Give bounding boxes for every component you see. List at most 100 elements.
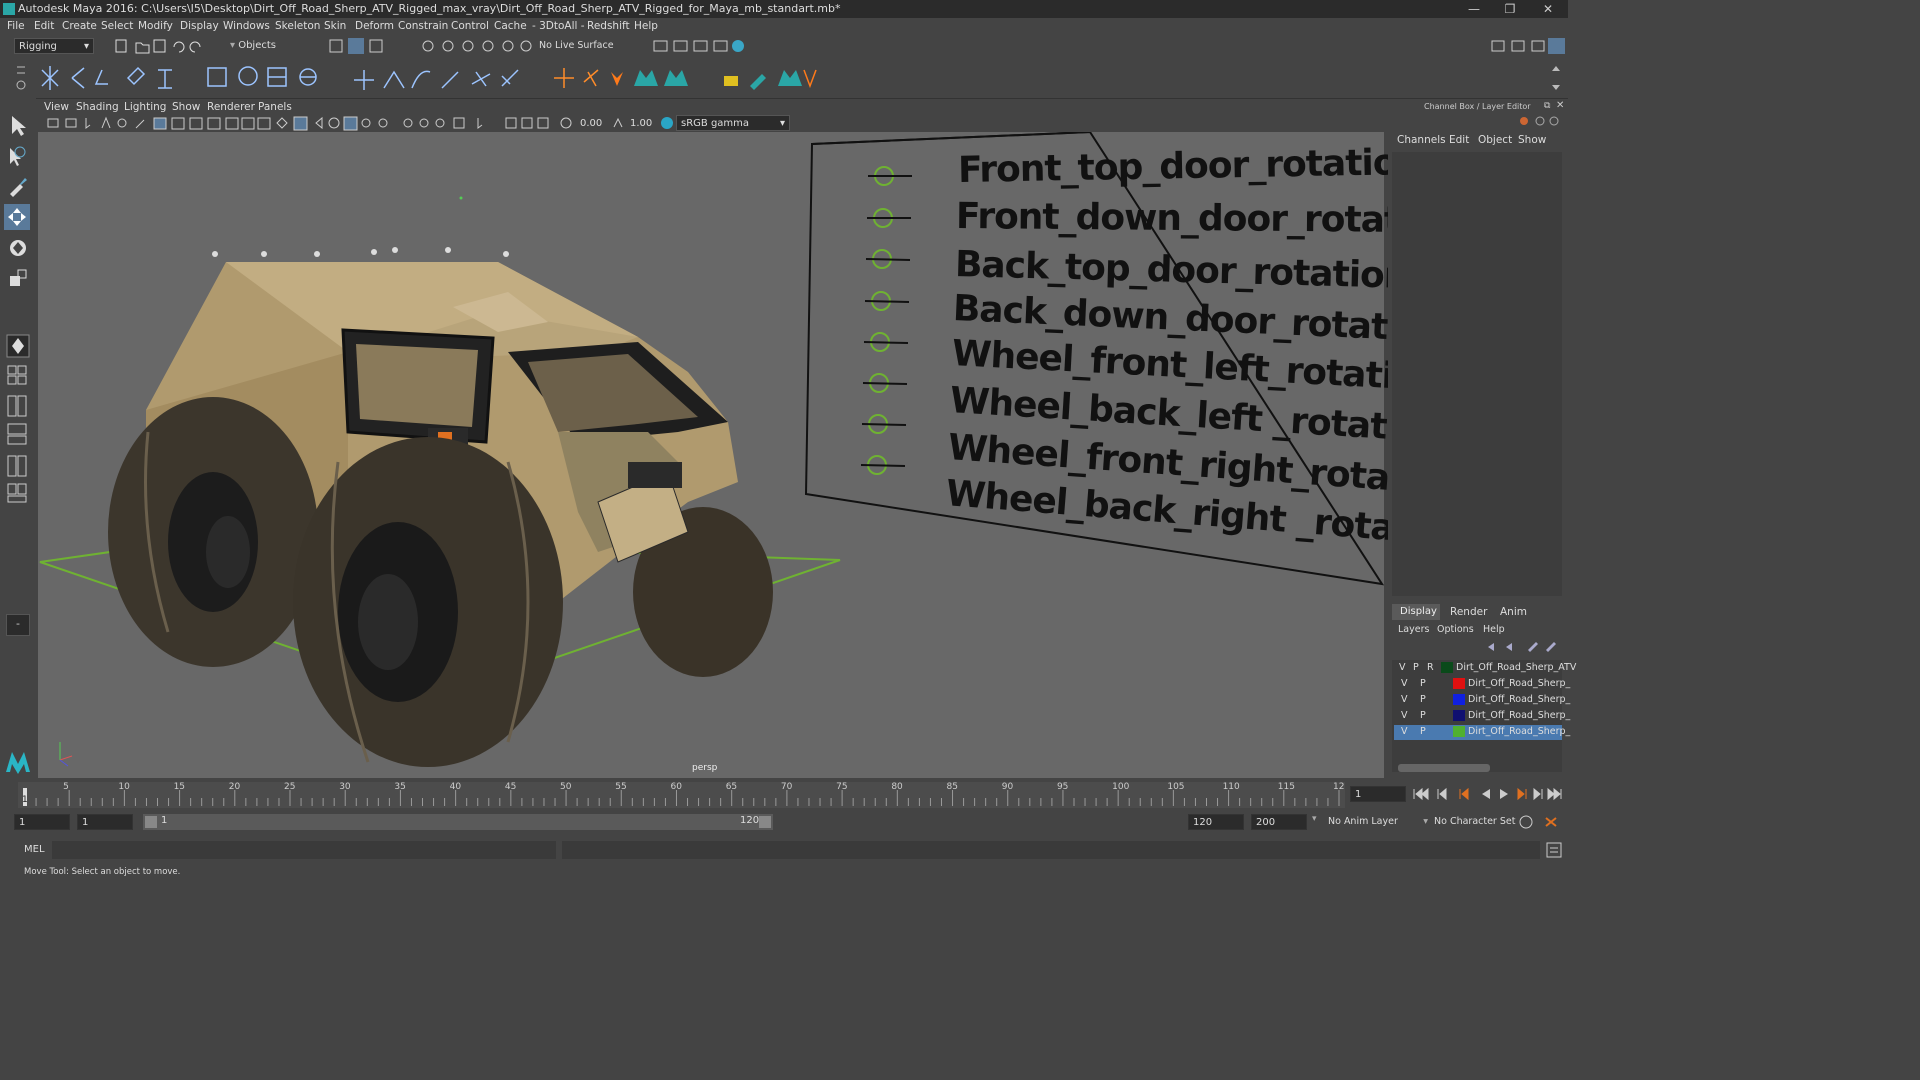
- anim-end-field[interactable]: 200: [1251, 814, 1307, 830]
- cb-menu-channels[interactable]: Channels: [1397, 134, 1446, 146]
- exposure-field[interactable]: 0.00: [576, 116, 604, 132]
- render-buttons[interactable]: [652, 38, 748, 54]
- minimize-icon[interactable]: —: [1454, 0, 1494, 18]
- layer-playback[interactable]: P: [1420, 710, 1426, 721]
- live-surface-label[interactable]: No Live Surface: [539, 40, 614, 51]
- cb-menu-edit[interactable]: Edit: [1449, 134, 1469, 146]
- layer-action-icons[interactable]: [1484, 640, 1564, 654]
- vp-menu-lighting[interactable]: Lighting: [124, 101, 166, 113]
- layer-color-swatch[interactable]: [1441, 662, 1453, 673]
- close-icon[interactable]: ✕: [1528, 0, 1568, 18]
- layer-row[interactable]: V P Dirt_Off_Road_Sherp_: [1394, 677, 1570, 692]
- restore-icon[interactable]: ❐: [1490, 0, 1530, 18]
- shelf-options-icon[interactable]: [14, 61, 28, 93]
- menu-skin[interactable]: Skin: [324, 20, 346, 32]
- menu-file[interactable]: File: [7, 20, 25, 32]
- anim-start-field[interactable]: 1: [14, 814, 70, 830]
- time-ruler[interactable]: 15 10 15 20 25 30 35 40 45 50 55 60 65 70 75 80 85 90 95 10…: [0, 778, 1345, 810]
- playback-end-field[interactable]: 120: [1188, 814, 1244, 830]
- paint-select-icon[interactable]: [6, 174, 30, 198]
- character-set-dropdown[interactable]: No Character Set: [1430, 814, 1516, 830]
- layer-visibility[interactable]: V: [1399, 662, 1406, 673]
- layer-row-selected[interactable]: V P Dirt_Off_Road_Sherp_: [1394, 725, 1570, 740]
- time-slider[interactable]: 1 5 10 15 20 25 30 35 40 45 50 55 60 65 70 75 80 85 90 95 10…: [0, 778, 1568, 810]
- lasso-tool-icon[interactable]: [6, 144, 30, 168]
- menu-constrain[interactable]: Constrain: [398, 20, 448, 32]
- snap-buttons[interactable]: [420, 38, 532, 54]
- layer-color-swatch[interactable]: [1453, 694, 1465, 705]
- menu-control[interactable]: Control: [451, 20, 489, 32]
- selection-mask-dropdown[interactable]: ▾ Objects: [226, 38, 312, 54]
- shelf-scroll-icon[interactable]: [1550, 63, 1562, 93]
- channel-box-toggle-icons[interactable]: [1518, 114, 1562, 128]
- panel-toggle-buttons[interactable]: [1490, 38, 1566, 54]
- vp-menu-renderer[interactable]: Renderer: [207, 101, 255, 113]
- menu-help[interactable]: Help: [634, 20, 658, 32]
- menu-modify[interactable]: Modify: [138, 20, 173, 32]
- layer-visibility[interactable]: V: [1401, 694, 1408, 705]
- menu-edit[interactable]: Edit: [34, 20, 54, 32]
- layer-menu-options[interactable]: Options: [1437, 624, 1474, 635]
- chevron-down-icon[interactable]: ▾: [1312, 814, 1317, 824]
- playback-controls[interactable]: [1410, 786, 1564, 802]
- color-management-icon[interactable]: [660, 116, 674, 130]
- tab-anim[interactable]: Anim: [1500, 606, 1527, 618]
- channel-list-area[interactable]: [1392, 152, 1562, 596]
- playback-start-field[interactable]: 1: [77, 814, 133, 830]
- menu-cache[interactable]: Cache: [494, 20, 527, 32]
- script-editor-icon[interactable]: [1546, 842, 1562, 858]
- gamma-field[interactable]: 1.00: [626, 116, 654, 132]
- menu-set-dropdown[interactable]: Rigging ▾: [14, 38, 94, 54]
- cb-menu-show[interactable]: Show: [1518, 134, 1546, 146]
- layer-playback[interactable]: P: [1413, 662, 1419, 673]
- show-manipulator-icon[interactable]: [6, 334, 30, 358]
- layer-reference[interactable]: R: [1427, 662, 1434, 673]
- vp-menu-view[interactable]: View: [44, 101, 69, 113]
- file-buttons[interactable]: [114, 38, 214, 54]
- select-mode-buttons[interactable]: [328, 38, 388, 54]
- menu-select[interactable]: Select: [101, 20, 133, 32]
- scale-tool-icon[interactable]: [6, 266, 30, 290]
- vp-menu-shading[interactable]: Shading: [76, 101, 119, 113]
- command-language-label[interactable]: MEL: [24, 844, 45, 855]
- cb-menu-object[interactable]: Object: [1478, 134, 1512, 146]
- layer-playback[interactable]: P: [1420, 694, 1426, 705]
- color-space-dropdown[interactable]: sRGB gamma ▾: [676, 115, 790, 131]
- move-tool-icon[interactable]: [4, 204, 30, 230]
- menu-redshift[interactable]: Redshift: [587, 20, 630, 32]
- layer-row[interactable]: V P Dirt_Off_Road_Sherp_: [1394, 693, 1570, 708]
- anim-layer-dropdown[interactable]: No Anim Layer ▾: [1324, 814, 1430, 830]
- layer-scrollbar[interactable]: [1398, 764, 1490, 772]
- shelf-tools[interactable]: [36, 62, 836, 94]
- layer-menu-layers[interactable]: Layers: [1398, 624, 1429, 635]
- range-end-handle[interactable]: [759, 816, 771, 828]
- layer-color-swatch[interactable]: [1453, 726, 1465, 737]
- layer-playback[interactable]: P: [1420, 726, 1426, 737]
- select-tool-icon[interactable]: [6, 114, 30, 138]
- range-start-handle[interactable]: [145, 816, 157, 828]
- layer-visibility[interactable]: V: [1401, 678, 1408, 689]
- layer-menu-help[interactable]: Help: [1483, 624, 1505, 635]
- vp-menu-show[interactable]: Show: [172, 101, 200, 113]
- menu-3dtoall[interactable]: - 3DtoAll -: [532, 20, 585, 32]
- layer-row[interactable]: V P Dirt_Off_Road_Sherp_: [1394, 709, 1570, 724]
- layer-color-swatch[interactable]: [1453, 678, 1465, 689]
- menu-windows[interactable]: Windows: [223, 20, 270, 32]
- tab-render[interactable]: Render: [1450, 606, 1487, 618]
- rotate-tool-icon[interactable]: [6, 236, 30, 260]
- layer-visibility[interactable]: V: [1401, 710, 1408, 721]
- tab-display[interactable]: Display: [1392, 604, 1440, 620]
- layer-playback[interactable]: P: [1420, 678, 1426, 689]
- layer-color-swatch[interactable]: [1453, 710, 1465, 721]
- layout-option-button[interactable]: -: [6, 614, 30, 636]
- menu-skeleton[interactable]: Skeleton: [275, 20, 320, 32]
- layout-buttons[interactable]: [6, 364, 30, 530]
- viewport-toolbar-icons[interactable]: [46, 116, 576, 131]
- menu-create[interactable]: Create: [62, 20, 97, 32]
- menu-display[interactable]: Display: [180, 20, 219, 32]
- vp-menu-panels[interactable]: Panels: [258, 101, 292, 113]
- layer-row[interactable]: V P R Dirt_Off_Road_Sherp_ATV: [1394, 661, 1576, 676]
- float-panel-icon[interactable]: ⧉: [1544, 101, 1550, 111]
- range-extra-icons[interactable]: [1518, 814, 1564, 830]
- current-frame-field[interactable]: 1: [1350, 786, 1406, 802]
